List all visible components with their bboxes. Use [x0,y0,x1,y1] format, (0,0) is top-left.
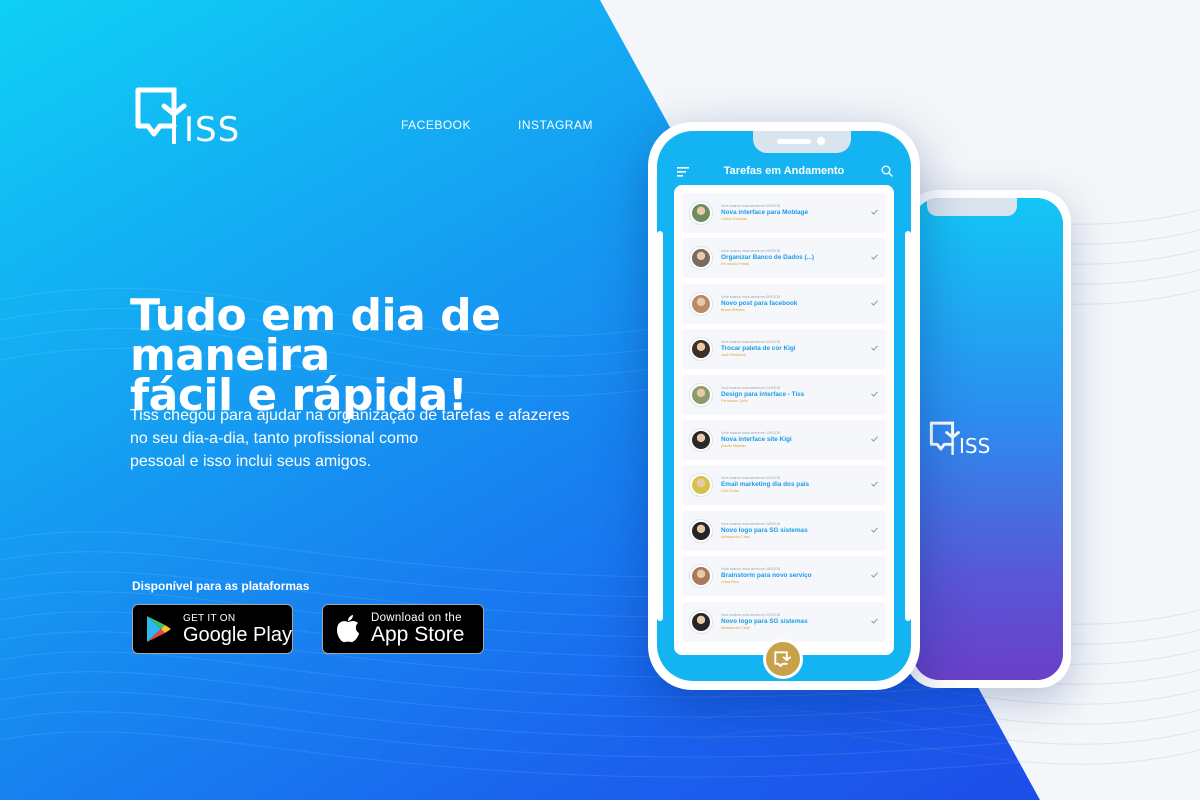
task-person: Fernando Farias [721,262,749,267]
app-store-button[interactable]: Download on the App Store [322,604,484,654]
fab-new-task-button[interactable] [763,639,803,679]
task-name: Novo logo para SG sistemas [721,526,808,534]
hero-description-line3: pessoal e isso inclui seus amigos. [130,453,372,470]
fab-logo-icon [774,651,791,667]
avatar [690,474,712,497]
task-person: Carlos Eduardo [721,217,748,221]
app-screen-title: Tarefas em Andamento [723,165,845,177]
check-icon[interactable] [871,527,878,533]
task-person: Clara Rios [721,580,739,585]
hero-headline-line1: Tudo em dia de maneira [130,290,501,381]
nav-instagram-link[interactable]: INSTAGRAM [518,118,593,132]
task-item[interactable]: Você acabou essa tarefa em 09/03/18 Organ… [682,238,886,279]
google-play-big-text: Google Play [183,623,292,646]
task-item[interactable]: Você acabou essa tarefa em 18/03/18 Brain… [682,556,886,597]
tiss-logo[interactable]: ISS [134,86,246,150]
task-person: Fernanda Curty [721,398,748,403]
task-name: Nova interface site Kigi [721,435,792,443]
google-play-icon [147,616,171,642]
task-name: Brainstorm para novo serviço [721,572,812,580]
app-store-small-text: Download on the [371,611,462,624]
task-person: Adolfo Mathias [721,443,747,448]
hero-headline: Tudo em dia de maneira fácil e rápida! [130,290,650,418]
avatar [690,202,712,224]
avatar [690,565,712,588]
task-text: Você acabou essa tarefa em 09/03/18 Organ… [721,249,871,267]
check-icon[interactable] [871,209,878,215]
side-panel-right [905,231,911,621]
google-play-button[interactable]: GET IT ON Google Play [132,604,293,654]
task-text: Você acabou essa tarefa em 18/03/18 Brain… [721,567,871,585]
task-item[interactable]: Você acabou essa tarefa em 09/03/18 Nova … [682,193,886,233]
task-item[interactable]: Você acabou essa tarefa em 14/03/18 Email… [682,465,886,506]
nav-facebook-link[interactable]: FACEBOOK [401,118,471,132]
avatar [690,428,712,451]
task-person: Caio Dutra [721,489,740,494]
task-text: Você acabou essa tarefa em 14/03/18 Desig… [721,386,871,404]
task-person: Bruno Martins [721,307,745,312]
task-item[interactable]: Você acabou essa tarefa em 09/03/18 Novo … [682,283,886,324]
apple-icon [337,615,359,643]
check-icon[interactable] [871,481,878,488]
task-person: José Medeiros [721,353,746,358]
avatar [690,338,712,361]
hero-description-line1: Tiss chegou para ajudar na organização d… [130,407,570,424]
task-item[interactable]: Você acabou essa tarefa em 16/03/18 Novo … [682,510,886,551]
phone-speaker [777,139,811,144]
task-list: Você acabou essa tarefa em 09/03/18 Nova … [674,185,894,655]
task-text: Você acabou essa tarefa em 14/03/18 Nova … [721,431,871,449]
phone-camera [817,137,825,145]
task-name: Organizar Banco de Dados (...) [721,254,815,262]
check-icon[interactable] [871,572,878,578]
phone-mockup-front: Tarefas em Andamento Você acabou essa ta… [648,122,920,690]
task-text: Você acabou essa tarefa em 19/03/18 Novo … [721,613,871,631]
check-icon[interactable] [871,345,878,351]
task-person: Alessandro Clark [721,534,750,539]
phone-back-logo-text: ISS [959,434,991,458]
task-text: Você acabou essa tarefa em 09/03/18 Novo … [721,295,871,313]
check-icon[interactable] [871,254,878,261]
phone-back-notch [927,198,1017,216]
logo-text: ISS [184,110,241,150]
phone-front-notch [753,131,851,153]
task-item[interactable]: Você acabou essa tarefa em 13/03/18 Troca… [682,329,886,370]
avatar [690,383,712,406]
hero-description-line2: no seu dia-a-dia, tanto profissional com… [130,430,419,447]
check-icon[interactable] [871,391,878,397]
check-icon[interactable] [871,300,878,306]
task-item[interactable]: Você acabou essa tarefa em 14/03/18 Desig… [682,374,886,415]
task-name: Novo logo para SG sistemas [721,617,808,625]
check-icon[interactable] [871,436,878,442]
task-text: Você acabou essa tarefa em 09/03/18 Nova … [721,204,871,222]
phone-mockup-back: ISS [905,190,1071,688]
avatar [690,247,712,270]
app-store-big-text: App Store [371,622,465,646]
task-name: Trocar paleta de cor Kigi [721,345,796,353]
phone-back-logo: ISS [929,420,995,458]
task-text: Você acabou essa tarefa em 14/03/18 Email… [721,476,871,494]
task-name: Novo post para facebook [721,299,798,307]
task-name: Email marketing dia dos pais [721,481,810,489]
task-text: Você acabou essa tarefa em 16/03/18 Novo … [721,522,871,540]
task-person: Alessandro Clark [721,625,750,630]
task-item[interactable]: Você acabou essa tarefa em 19/03/18 Novo … [682,601,886,642]
avatar [690,519,712,542]
phone-back-screen: ISS [913,198,1063,680]
avatar [690,610,712,633]
task-text: Você acabou essa tarefa em 13/03/18 Troca… [721,340,871,358]
task-item[interactable]: Você acabou essa tarefa em 14/03/18 Nova … [682,419,886,460]
search-icon[interactable] [881,165,893,177]
task-name: Nova interface para Moblage [721,209,809,216]
side-panel-left [657,231,663,621]
avatar [690,292,712,315]
hero-description: Tiss chegou para ajudar na organização d… [130,404,620,473]
check-icon[interactable] [871,617,878,624]
google-play-small-text: GET IT ON [183,612,236,624]
platforms-label: Disponível para as plataformas [132,579,310,593]
phone-front-screen: Tarefas em Andamento Você acabou essa ta… [657,131,911,681]
task-name: Design para interface - Tiss [721,390,805,398]
